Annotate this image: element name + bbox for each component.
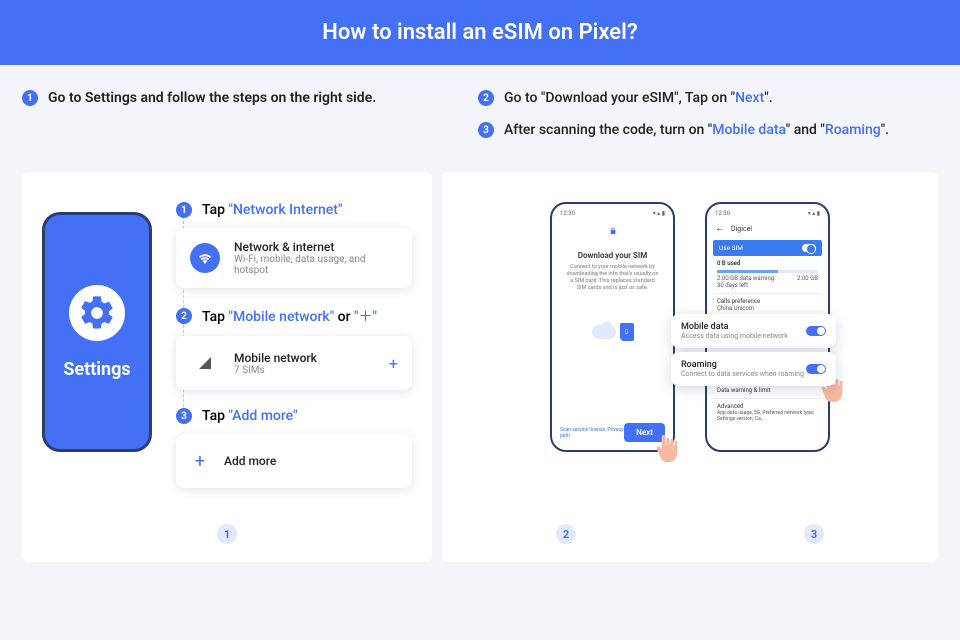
settings-label: Settings [63, 359, 130, 380]
settings-phone-illustration: Settings [42, 202, 152, 542]
step-bullet-3: 3 [176, 408, 192, 424]
sim-chip-icon: ▯ [620, 323, 634, 341]
highlight-next: Next [735, 90, 764, 106]
plus-icon[interactable]: + [389, 354, 398, 373]
panel-screens: 12:30▾ ▴ ▮ Download your SIM Connect to … [442, 172, 938, 562]
status-bar-3: 12:30▾ ▴ ▮ [713, 210, 822, 221]
card-sub-mobile: 7 SIMs [234, 365, 317, 376]
use-sim-label: Use SIM [719, 244, 743, 252]
wifi-icon [190, 243, 220, 273]
card-sub-network: Wi-Fi, mobile, data usage, and hotspot [234, 254, 398, 276]
download-sim-desc: Connect to your mobile network by downlo… [558, 260, 667, 293]
page-title: How to install an eSIM on Pixel? [322, 20, 637, 45]
roaming-title: Roaming [681, 360, 804, 370]
panel-number-3: 3 [804, 524, 824, 544]
panels-row: Settings 1 Tap "Network Internet" Networ… [0, 172, 960, 562]
back-arrow-icon[interactable]: ← [715, 223, 725, 234]
footer-link[interactable]: Scan service license, Privacy path [560, 427, 624, 439]
mobile-data-toggle[interactable] [806, 326, 826, 336]
step-2: 2 Tap "Mobile network" or "＋" Mobile net… [176, 306, 412, 390]
data-usage-section: 0 B used 2.00 GB data warning 30 days le… [713, 256, 822, 294]
panel-badge-right: 2 3 [442, 524, 938, 544]
lock-icon [608, 227, 618, 237]
step-bullet-2: 2 [176, 308, 192, 324]
bullet-1: 1 [22, 90, 38, 106]
step-1: 1 Tap "Network Internet" Network & inter… [176, 202, 412, 288]
download-sim-title: Download your SIM [558, 251, 667, 260]
hand-pointer-icon [653, 432, 679, 466]
highlight-mobile-data: Mobile data [712, 122, 785, 138]
step-label-2: Tap "Mobile network" or "＋" [202, 306, 377, 326]
status-icons-3: ▾ ▴ ▮ [808, 210, 820, 217]
step-label-3: Tap "Add more" [202, 408, 298, 424]
use-sim-row[interactable]: Use SIM [713, 240, 822, 256]
status-bar: 12:30▾ ▴ ▮ [558, 210, 667, 221]
screen-2-stack: 12:30▾ ▴ ▮ Download your SIM Connect to … [550, 202, 675, 542]
mobile-data-card[interactable]: Mobile data Access data using mobile net… [671, 314, 836, 348]
cloud-sim-illustration: ▯ [558, 323, 667, 341]
panel-settings-steps: Settings 1 Tap "Network Internet" Networ… [22, 172, 432, 562]
roaming-toggle[interactable] [806, 364, 826, 374]
intro-section: 1 Go to Settings and follow the steps on… [0, 65, 960, 154]
intro-text-1: Go to Settings and follow the steps on t… [48, 90, 376, 106]
intro-text-2: Go to "Download your eSIM", Tap on "Next… [504, 90, 773, 106]
phone-sim-settings: 12:30▾ ▴ ▮ ← Digicel Use SIM 0 B used [705, 202, 830, 452]
roaming-sub: Connect to data services when roaming [681, 370, 804, 378]
highlight-roaming: Roaming [825, 122, 881, 138]
page-header: How to install an eSIM on Pixel? [0, 0, 960, 65]
panel-badge-left: 1 [22, 524, 432, 544]
intro-step-2: 2 Go to "Download your eSIM", Tap on "Ne… [478, 90, 938, 106]
plus-icon-left: + [190, 446, 210, 476]
phone-frame-settings: Settings [42, 212, 152, 452]
mobile-data-sub: Access data using mobile network [681, 332, 788, 340]
advanced-section[interactable]: Advanced App data usage, 5G, Preferred n… [713, 399, 822, 426]
phone-download-sim: 12:30▾ ▴ ▮ Download your SIM Connect to … [550, 202, 675, 452]
card-title-mobile: Mobile network [234, 351, 317, 365]
status-icons: ▾ ▴ ▮ [653, 210, 665, 217]
roaming-card[interactable]: Roaming Connect to data services when ro… [671, 352, 836, 386]
screen-3-stack: 12:30▾ ▴ ▮ ← Digicel Use SIM 0 B used [705, 202, 830, 542]
card-title-network: Network & internet [234, 240, 398, 254]
card-add-more[interactable]: + Add more [176, 434, 412, 488]
app-bar: ← Digicel [713, 221, 822, 240]
mobile-data-title: Mobile data [681, 322, 788, 332]
panel-number-2: 2 [556, 524, 576, 544]
step-label-1: Tap "Network Internet" [202, 202, 342, 218]
use-sim-toggle[interactable] [802, 244, 816, 252]
intro-text-3: After scanning the code, turn on "Mobile… [504, 122, 889, 138]
usage-bar [717, 270, 818, 273]
settings-gear-icon [69, 285, 125, 341]
steps-column: 1 Tap "Network Internet" Network & inter… [176, 202, 412, 542]
carrier-name: Digicel [731, 225, 752, 233]
card-title-addmore: Add more [224, 454, 276, 468]
cloud-icon [592, 325, 616, 339]
intro-step-3: 3 After scanning the code, turn on "Mobi… [478, 122, 938, 138]
bullet-3: 3 [478, 122, 494, 138]
bullet-2: 2 [478, 90, 494, 106]
step-3: 3 Tap "Add more" + Add more [176, 408, 412, 488]
step-bullet-1: 1 [176, 202, 192, 218]
card-mobile-network[interactable]: Mobile network 7 SIMs + [176, 336, 412, 390]
card-network-internet[interactable]: Network & internet Wi-Fi, mobile, data u… [176, 228, 412, 288]
panel-number-1: 1 [217, 524, 237, 544]
signal-icon [190, 348, 220, 378]
intro-step-1: 1 Go to Settings and follow the steps on… [22, 90, 442, 106]
